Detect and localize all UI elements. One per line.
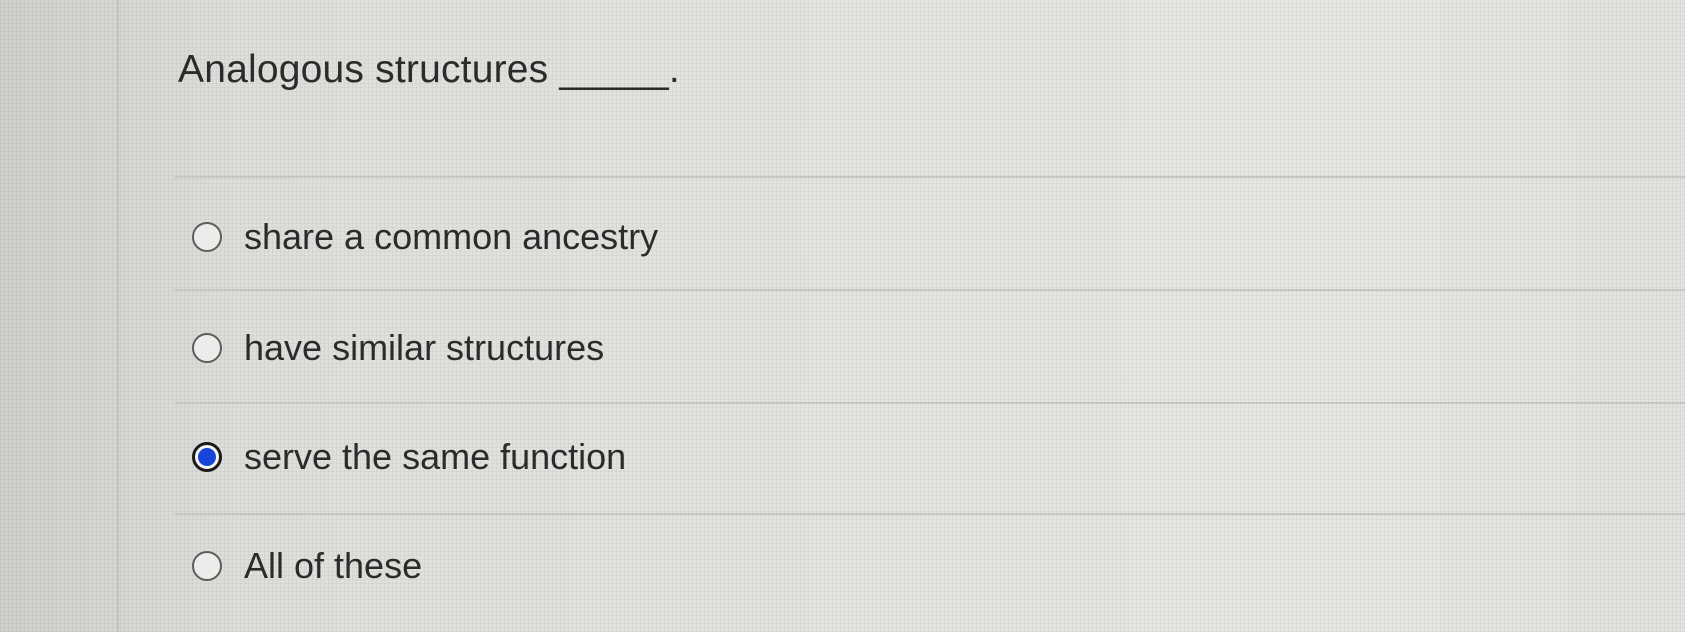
radio-button-selected[interactable]	[192, 442, 222, 472]
divider	[175, 513, 1685, 515]
radio-button-unselected[interactable]	[192, 222, 222, 252]
answer-option-2[interactable]: have similar structures	[192, 327, 604, 369]
radio-button-unselected[interactable]	[192, 333, 222, 363]
divider	[175, 289, 1685, 291]
divider	[175, 402, 1685, 404]
answer-option-1[interactable]: share a common ancestry	[192, 216, 658, 258]
option-label: All of these	[244, 545, 423, 586]
answer-option-3[interactable]: serve the same function	[192, 436, 626, 478]
radio-button-unselected[interactable]	[192, 551, 222, 581]
panel-edge	[117, 0, 119, 632]
quiz-screen: Analogous structures _____. share a comm…	[0, 0, 1685, 632]
option-label: share a common ancestry	[244, 216, 659, 257]
answer-option-4[interactable]: All of these	[192, 545, 422, 587]
question-text: Analogous structures _____.	[178, 48, 680, 91]
divider	[175, 176, 1685, 178]
option-label: serve the same function	[244, 436, 627, 477]
option-label: have similar structures	[244, 327, 605, 368]
